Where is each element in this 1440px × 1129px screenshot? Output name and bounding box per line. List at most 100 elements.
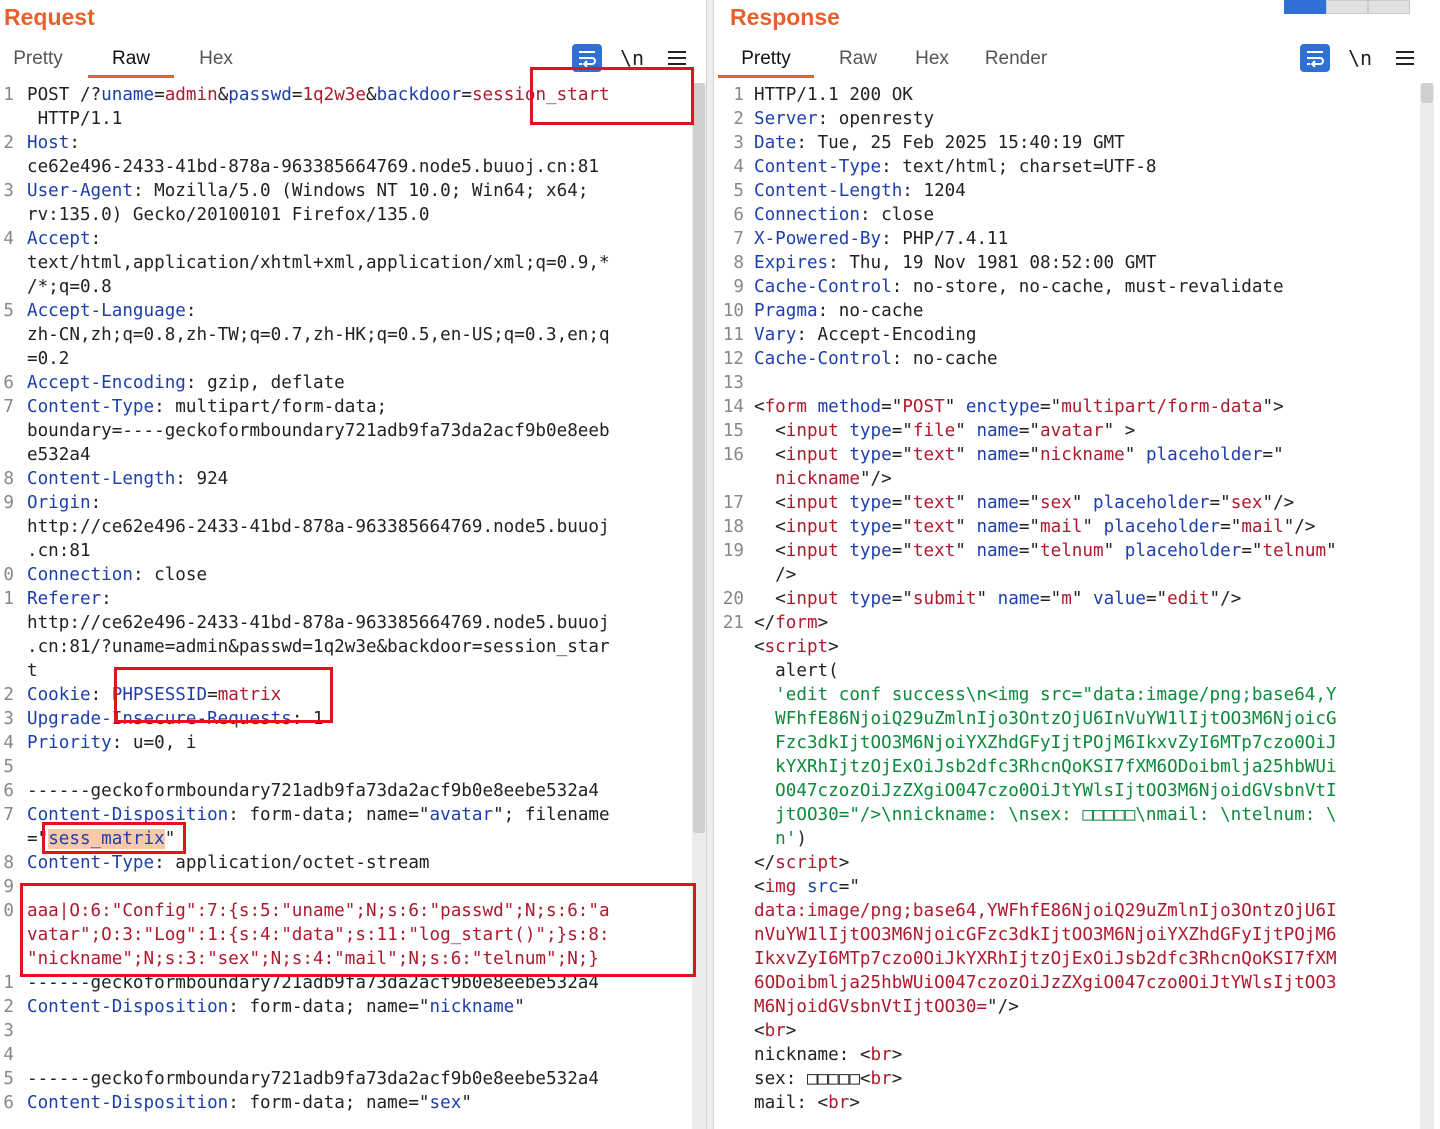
code-token: > [828, 637, 839, 657]
hamburger-menu-icon [1396, 51, 1414, 65]
line-text: Vary: Accept-Encoding [754, 323, 976, 347]
word-wrap-icon [579, 51, 596, 67]
line-text: Fzc3dkIjtOO3M6NjoiYXZhdGFyIjtPOjM6IkxvZy… [754, 731, 1336, 755]
line-number: 0 [3, 901, 14, 921]
code-line: 5 Content-Length: 1204 [714, 179, 1418, 203]
code-token: text [912, 445, 956, 465]
tab-pretty[interactable]: Pretty [718, 44, 814, 78]
tab-raw[interactable]: Raw [88, 44, 174, 78]
code-token: br [870, 1069, 892, 1089]
line-number: 3 [3, 709, 14, 729]
line-number: 17 [722, 493, 744, 513]
code-token: form [775, 613, 818, 633]
code-token: > [891, 1069, 903, 1089]
line-number: 19 [722, 541, 744, 561]
code-line: nickname: <br> [714, 1043, 1418, 1067]
code-token: M6NjoidGVsbnVtIjtOO30= [754, 997, 988, 1017]
code-token: HTTP/1.1 200 OK [754, 85, 913, 105]
line-text: Expires: Thu, 19 Nov 1981 08:52:00 GMT [754, 251, 1157, 275]
line-text: <input type="text" name="nickname" place… [754, 443, 1284, 467]
line-text: Cache-Control: no-cache [754, 347, 998, 371]
code-token: " [955, 493, 977, 513]
code-line: mail: <br> [714, 1091, 1418, 1115]
line-number: 8 [3, 469, 14, 489]
code-token: : [185, 301, 197, 321]
layout-single-button[interactable] [1368, 0, 1410, 14]
line-text: Accept-Encoding: gzip, deflate [27, 371, 345, 395]
tab-raw[interactable]: Raw [828, 44, 888, 78]
code-token: edit [1167, 589, 1210, 609]
line-number: 6 [3, 373, 14, 393]
line-number: 1 [733, 85, 744, 105]
code-token: < [754, 445, 786, 465]
code-line: 0 Connection: close [0, 563, 690, 587]
code-token: br [764, 1021, 786, 1041]
tab-render[interactable]: Render [976, 44, 1056, 78]
code-token: : Thu, 19 Nov 1981 08:52:00 GMT [828, 253, 1157, 273]
menu-button[interactable] [1390, 44, 1420, 72]
code-line: 4 Priority: u=0, i [0, 731, 690, 755]
code-line: 2 Server: openresty [714, 107, 1418, 131]
code-line: 2 Content-Disposition: form-data; name="n… [0, 995, 690, 1019]
code-token: 6ODoibmlja25hbWUiO047czozOiJzZXgiO047czo… [754, 973, 1337, 993]
code-token: ce62e496-2433-41bd-878a-963385664769.nod… [27, 157, 599, 177]
layout-stacked-button[interactable] [1326, 0, 1368, 14]
code-token: ------geckoformboundary721adb9fa73da2acf… [27, 1069, 599, 1089]
line-number: 21 [722, 613, 744, 633]
layout-side-by-side-button[interactable] [1284, 0, 1326, 14]
code-token: "/> [1283, 517, 1316, 537]
code-line: nickname"/> [714, 467, 1418, 491]
code-token: : no-store, no-cache, must-revalidate [891, 277, 1284, 297]
code-line: 4 [0, 1043, 690, 1067]
response-editor[interactable]: 1 HTTP/1.1 200 OK 2 Server: openresty 3 Date:… [714, 83, 1418, 1115]
code-token: =" [1018, 421, 1041, 441]
line-text: M6NjoidGVsbnVtIjtOO30="/> [754, 995, 1019, 1019]
line-text: Content-Length: 924 [27, 467, 228, 491]
code-token: =" [1262, 445, 1284, 465]
code-token: =" [1241, 541, 1263, 561]
code-line: sex: □□□□□<br> [714, 1067, 1418, 1091]
code-token: =" [1040, 397, 1062, 417]
code-token: .cn:81 [27, 541, 91, 561]
line-number: 2 [3, 133, 14, 153]
tab-hex[interactable]: Hex [186, 44, 246, 78]
code-token: : Mozilla/5.0 (Windows NT 10.0; Win64; x… [132, 181, 589, 201]
code-token: nVuYW1lIjtOO3M6NjoicGFzc3dkIjtOO3M6NjoiY… [754, 925, 1337, 945]
response-scrollbar[interactable] [1420, 83, 1434, 1129]
newline-toggle[interactable]: \n [1344, 44, 1376, 72]
code-line: 21 </form> [714, 611, 1418, 635]
tab-pretty[interactable]: Pretty [0, 44, 76, 78]
code-token: : close [859, 205, 935, 225]
line-text: <form method="POST" enctype="multipart/f… [754, 395, 1284, 419]
code-token: O047czozOiJzZXgiO047czo0OiJtYWlsIjtOO3M6… [754, 781, 1337, 801]
code-line: =0.2 [0, 347, 690, 371]
code-line: 9 Cache-Control: no-store, no-cache, must… [714, 275, 1418, 299]
code-token: img [764, 877, 797, 897]
line-number: 1 [3, 589, 14, 609]
code-token: "/> [1262, 493, 1295, 513]
code-token: avatar [429, 805, 494, 825]
code-token: =" [891, 493, 913, 513]
code-token: multipart/form-data [1061, 397, 1263, 417]
code-token: " [955, 517, 977, 537]
code-token: > [891, 1045, 903, 1065]
code-token: : gzip, deflate [185, 373, 345, 393]
code-token: =" [1018, 445, 1041, 465]
code-token: Vary [754, 325, 797, 345]
line-text: Content-Disposition: form-data; name="se… [27, 1091, 472, 1115]
line-text: Connection: close [27, 563, 207, 587]
code-token: < [754, 637, 765, 657]
request-scroll-thumb[interactable] [693, 83, 705, 833]
code-token: http://ce62e496-2433-41bd-878a-963385664… [27, 517, 610, 537]
word-wrap-button[interactable] [1300, 44, 1330, 72]
code-token: input [785, 517, 839, 537]
tab-hex[interactable]: Hex [902, 44, 962, 78]
response-scroll-thumb[interactable] [1421, 83, 1433, 103]
line-text: jtOO30="/>\nnickname: \nsex: □□□□□\nmail… [754, 803, 1336, 827]
pane-divider[interactable] [706, 0, 714, 1129]
code-token: script [764, 637, 829, 657]
line-text: nickname"/> [754, 467, 892, 491]
code-line: 2 Host: [0, 131, 690, 155]
